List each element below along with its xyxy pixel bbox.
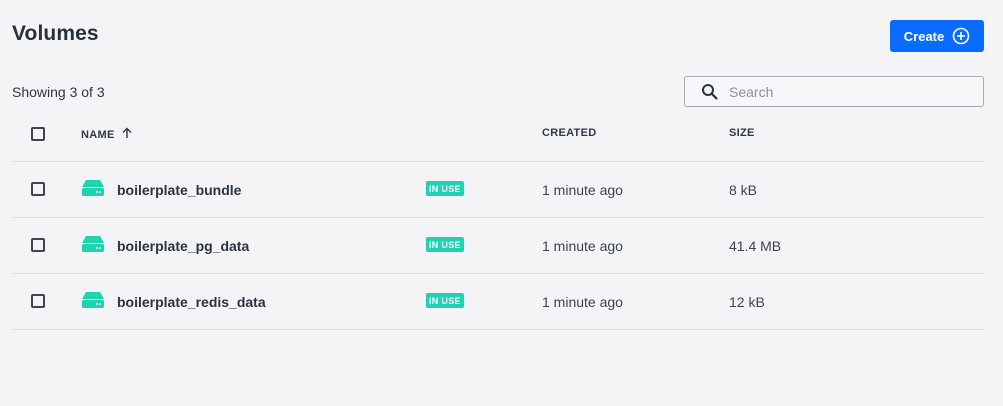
table-header: NAME CREATED SIZE — [12, 107, 984, 162]
created-cell: 1 minute ago — [542, 182, 623, 198]
volumes-table: NAME CREATED SIZE boilerplate_bundle IN … — [12, 107, 984, 330]
column-header-created[interactable]: CREATED — [542, 127, 596, 139]
search-box[interactable] — [684, 76, 984, 107]
select-all-checkbox[interactable] — [31, 127, 45, 141]
row-checkbox[interactable] — [31, 294, 45, 308]
showing-count: Showing 3 of 3 — [12, 84, 105, 100]
volume-drive-icon — [81, 235, 105, 253]
created-cell: 1 minute ago — [542, 294, 623, 310]
size-cell: 8 kB — [729, 182, 758, 198]
volume-name-link[interactable]: boilerplate_bundle — [117, 182, 241, 198]
column-header-name[interactable]: NAME — [81, 127, 133, 142]
volume-name-link[interactable]: boilerplate_pg_data — [117, 238, 249, 254]
volume-name-link[interactable]: boilerplate_redis_data — [117, 294, 266, 310]
table-row[interactable]: boilerplate_bundle IN USE 1 minute ago 8… — [12, 162, 984, 218]
status-badge: IN USE — [426, 181, 464, 196]
table-row[interactable]: boilerplate_redis_data IN USE 1 minute a… — [12, 274, 984, 330]
size-cell: 12 kB — [729, 294, 765, 310]
size-cell: 41.4 MB — [729, 238, 782, 254]
search-input[interactable] — [727, 82, 971, 101]
status-badge: IN USE — [426, 293, 464, 308]
create-button-label: Create — [903, 28, 945, 44]
page-title: Volumes — [12, 22, 99, 45]
column-header-name-label: NAME — [81, 128, 115, 141]
created-cell: 1 minute ago — [542, 238, 623, 254]
row-checkbox[interactable] — [31, 238, 45, 252]
plus-circle-icon — [952, 27, 970, 45]
volume-drive-icon — [81, 291, 105, 309]
table-row[interactable]: boilerplate_pg_data IN USE 1 minute ago … — [12, 218, 984, 274]
create-button[interactable]: Create — [890, 20, 984, 52]
column-header-size[interactable]: SIZE — [729, 127, 755, 139]
volume-drive-icon — [81, 179, 105, 197]
search-icon — [701, 83, 719, 101]
arrow-up-icon — [121, 127, 133, 142]
row-checkbox[interactable] — [31, 182, 45, 196]
status-badge: IN USE — [426, 237, 464, 252]
